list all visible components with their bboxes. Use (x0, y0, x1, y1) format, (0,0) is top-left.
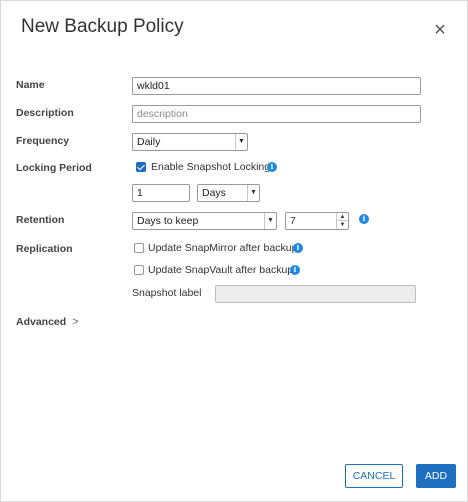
locking-period-unit-value: Days (202, 187, 226, 199)
snapshot-label-input (215, 285, 416, 303)
replication-label: Replication (16, 243, 73, 255)
info-icon[interactable]: i (293, 243, 303, 253)
chevron-down-icon: ▼ (235, 134, 247, 150)
description-input[interactable]: description (132, 105, 421, 123)
info-icon[interactable]: i (267, 162, 277, 172)
advanced-label: Advanced (16, 316, 67, 328)
name-input[interactable]: wkld01 (132, 77, 421, 95)
retention-days-value: 7 (290, 215, 296, 227)
add-button[interactable]: ADD (416, 464, 456, 488)
chevron-down-icon: ▼ (247, 185, 259, 201)
update-snapvault-label: Update SnapVault after backup (148, 264, 294, 276)
chevron-down-icon[interactable]: ▼ (337, 221, 348, 229)
locking-period-unit-select[interactable]: Days ▼ (197, 184, 260, 202)
new-backup-policy-dialog: New Backup Policy × Name wkld01 Descript… (0, 0, 468, 502)
chevron-down-icon: ▼ (264, 213, 276, 229)
name-label: Name (16, 79, 45, 91)
enable-snapshot-locking-checkbox[interactable] (136, 162, 146, 172)
update-snapmirror-label: Update SnapMirror after backup (148, 242, 298, 254)
advanced-toggle[interactable]: Advanced > (16, 316, 79, 328)
update-snapvault-checkbox[interactable] (134, 265, 144, 275)
info-icon[interactable]: i (290, 265, 300, 275)
locking-period-input[interactable]: 1 (132, 184, 190, 202)
retention-label: Retention (16, 214, 65, 226)
frequency-value: Daily (137, 136, 161, 148)
frequency-select[interactable]: Daily ▼ (132, 133, 248, 151)
cancel-button[interactable]: CANCEL (345, 464, 403, 488)
stepper-buttons: ▲ ▼ (336, 213, 348, 229)
retention-mode-select[interactable]: Days to keep ▼ (132, 212, 277, 230)
chevron-right-icon: > (72, 316, 79, 328)
enable-snapshot-locking-label: Enable Snapshot Locking (151, 161, 271, 173)
retention-mode-value: Days to keep (137, 215, 199, 227)
info-icon[interactable]: i (359, 214, 369, 224)
description-label: Description (16, 107, 74, 119)
close-icon[interactable]: × (429, 19, 451, 41)
frequency-label: Frequency (16, 135, 70, 147)
chevron-up-icon[interactable]: ▲ (337, 213, 348, 221)
retention-days-stepper[interactable]: 7 ▲ ▼ (285, 212, 349, 230)
locking-period-label: Locking Period (16, 162, 92, 174)
snapshot-label-text: Snapshot label (132, 287, 202, 299)
update-snapmirror-checkbox[interactable] (134, 243, 144, 253)
dialog-title: New Backup Policy (21, 16, 184, 37)
